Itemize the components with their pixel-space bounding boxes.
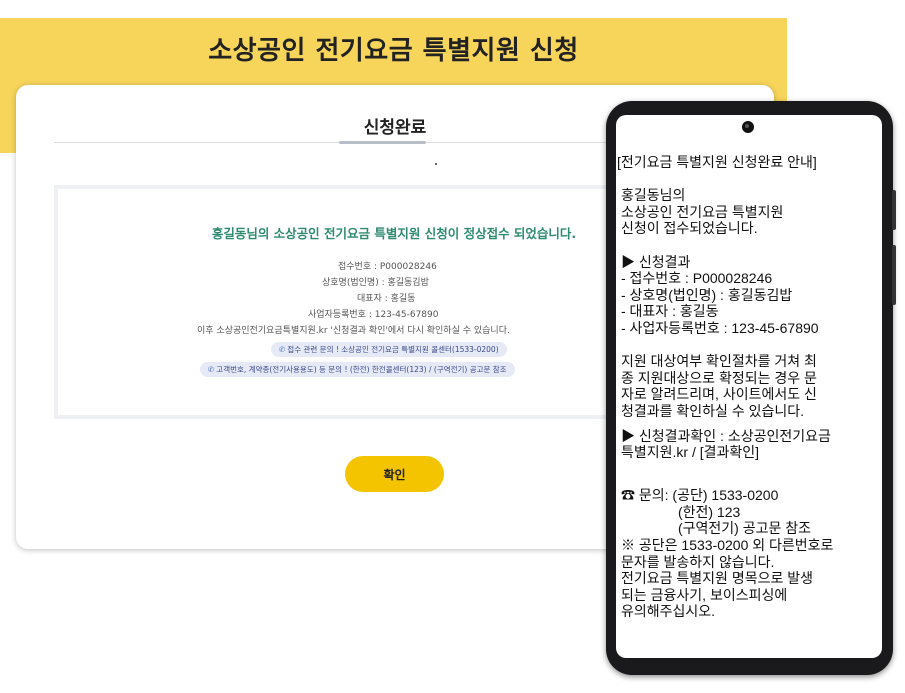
business-reg-number: 사업자등록번호 : 123-45-67890 <box>308 310 439 320</box>
sms-result-line: - 상호명(법인명) : 홍길동김밥 <box>621 286 793 303</box>
sms-inquiry-line: (구역전기) 공고문 참조 <box>678 520 812 537</box>
sms-warning-line: 전기요금 특별지원 명목으로 발생 <box>621 570 813 587</box>
sms-greeting-line: 신청이 접수되었습니다. <box>621 220 758 237</box>
camera-icon <box>742 121 754 133</box>
contact-pill-text: 고객번호, 계약종(전기사용용도) 등 문의 ! (한전) 한전콜센터(123)… <box>216 365 507 374</box>
sms-warning-line: ※ 공단은 1533-0200 외 다른번호로 <box>621 537 834 554</box>
sms-notice-line: 지원 대상여부 확인절차를 거쳐 최 <box>621 353 817 370</box>
receipt-number: 접수번호 : P000028246 <box>338 262 437 272</box>
sms-notice-line: 청결과를 확인하실 수 있습니다. <box>621 402 804 419</box>
page-title: 소상공인 전기요금 특별지원 신청 <box>208 36 579 66</box>
contact-pill-text: 접수 관련 문의 ! 소상공인 전기요금 특별지원 콜센터(1533-0200) <box>287 345 499 354</box>
sms-result-line: - 대표자 : 홍길동 <box>621 303 719 320</box>
representative: 대표자 : 홍길동 <box>357 294 416 304</box>
sms-warning-line: 유의해주십시오. <box>621 603 716 620</box>
stray-dot <box>435 163 437 165</box>
contact-pill-kepco[interactable]: ✆ 고객번호, 계약종(전기사용용도) 등 문의 ! (한전) 한전콜센터(123… <box>200 362 515 377</box>
contact-pill-callcenter[interactable]: ✆ 접수 관련 문의 ! 소상공인 전기요금 특별지원 콜센터(1533-0200… <box>271 342 507 357</box>
sms-result-title: ▶ 신청결과 <box>621 253 691 270</box>
sms-greeting-line: 홍길동님의 <box>621 187 686 204</box>
sms-greeting-line: 소상공인 전기요금 특별지원 <box>621 203 784 220</box>
sms-message: [전기요금 특별지원 신청완료 안내] 홍길동님의 소상공인 전기요금 특별지원… <box>617 154 883 620</box>
phone-icon: ✆ <box>208 365 215 374</box>
sms-notice-line: 종 지원대상으로 확정되는 경우 문 <box>621 369 817 386</box>
sms-notice-line: 자로 알려드리며, 사이트에서도 신 <box>621 386 817 403</box>
sms-warning-line: 되는 금융사기, 보이스피싱에 <box>621 586 788 603</box>
confirm-button[interactable]: 확인 <box>345 456 444 492</box>
phone-icon: ✆ <box>279 345 286 354</box>
phone-volume-button <box>892 245 896 305</box>
sms-warning-line: 문자를 발송하지 않습니다. <box>621 553 775 570</box>
followup-note: 이후 소상공인전기요금특별지원.kr '신청결과 확인'에서 다시 확인하실 수… <box>197 326 510 336</box>
phone-side-button <box>892 190 896 230</box>
title-underline <box>339 141 426 144</box>
sms-header: [전기요금 특별지원 신청완료 안내] <box>617 154 817 170</box>
sms-check-line: 특별지원.kr / [결과확인] <box>621 444 760 461</box>
business-name: 상호명(법인명) : 홍길동김밥 <box>322 278 429 288</box>
sms-check-line: ▶ 신청결과확인 : 소상공인전기요금 <box>621 427 831 444</box>
sms-inquiry-line: ☎ 문의: (공단) 1533-0200 <box>621 487 779 504</box>
sms-result-line: - 접수번호 : P000028246 <box>621 270 773 287</box>
sms-result-line: - 사업자등록번호 : 123-45-67890 <box>621 319 819 336</box>
sms-inquiry-line: (한전) 123 <box>678 503 741 520</box>
